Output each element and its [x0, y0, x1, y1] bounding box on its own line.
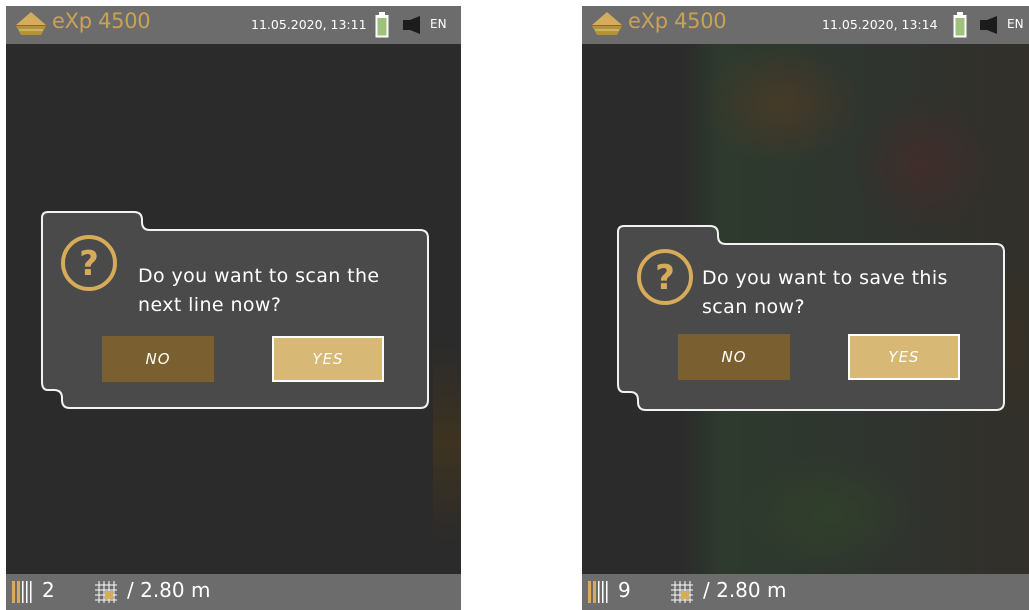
status-bar: eXp 4500 11.05.2020, 13:11 EN [6, 6, 461, 44]
lines-count: 2 [42, 578, 55, 602]
scan-lines-icon [12, 581, 32, 603]
speaker-icon[interactable] [980, 16, 1000, 34]
language-indicator[interactable]: EN [1007, 17, 1024, 31]
yes-button[interactable]: YES [272, 336, 384, 382]
lines-count: 9 [618, 578, 631, 602]
bottom-bar: 2 / 2.80 m [6, 574, 461, 610]
grid-icon [95, 581, 117, 603]
confirm-dialog: ? Do you want to scan the next line now?… [40, 210, 430, 410]
device-screen-right: eXp 4500 11.05.2020, 13:14 EN ? Do you w… [582, 6, 1029, 610]
no-button[interactable]: NO [102, 336, 214, 382]
no-button[interactable]: NO [678, 334, 790, 380]
device-logo-icon [592, 12, 622, 35]
battery-icon [953, 12, 967, 38]
app-title: eXp 4500 [628, 9, 727, 33]
svg-text:?: ? [655, 258, 675, 298]
question-icon: ? [637, 249, 693, 305]
date-time: 11.05.2020, 13:11 [251, 17, 367, 32]
device-logo-icon [16, 12, 46, 35]
dialog-message: Do you want to scan the next line now? [138, 265, 380, 316]
bottom-bar: 9 / 2.80 m [582, 574, 1029, 610]
question-icon: ? [61, 235, 117, 291]
yes-button[interactable]: YES [848, 334, 960, 380]
speaker-icon[interactable] [403, 16, 423, 34]
language-indicator[interactable]: EN [430, 17, 447, 31]
device-screen-left: eXp 4500 11.05.2020, 13:11 EN ? Do you w… [6, 6, 461, 610]
svg-text:?: ? [79, 244, 99, 284]
status-bar: eXp 4500 11.05.2020, 13:14 EN [582, 6, 1029, 44]
grid-icon [671, 581, 693, 603]
date-time: 11.05.2020, 13:14 [822, 17, 938, 32]
confirm-dialog: ? Do you want to save this scan now? NO … [616, 224, 1006, 424]
scan-lines-icon [588, 581, 608, 603]
dialog-message: Do you want to save this scan now? [702, 267, 948, 318]
battery-icon [375, 12, 389, 38]
distance-readout: / 2.80 m [127, 578, 211, 602]
distance-readout: / 2.80 m [703, 578, 787, 602]
app-title: eXp 4500 [52, 9, 151, 33]
